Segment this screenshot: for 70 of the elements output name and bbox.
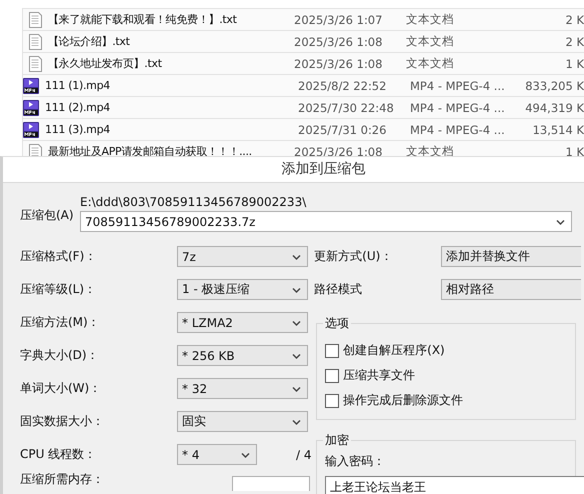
document-icon (27, 34, 43, 50)
setting-label: 固实数据大小： (20, 413, 105, 430)
file-date: 2025/3/26 1:08 (294, 34, 384, 48)
file-name: 111 (1).mp4 (45, 79, 111, 92)
document-icon (27, 56, 43, 72)
dropdown[interactable]: * 32 (177, 378, 308, 399)
dropdown[interactable]: * LZMA2 (177, 312, 308, 333)
setting-label: 字典大小(D)： (20, 347, 100, 364)
checkbox-label: 创建自解压程序(X) (343, 342, 445, 359)
checkbox[interactable] (325, 394, 340, 408)
file-name: 111 (3).mp4 (45, 123, 111, 136)
file-row[interactable]: 111 (3).mp4 2025/7/31 0:26 MP4 - MPEG-4 ... 13,514 K (22, 118, 584, 140)
file-row[interactable]: 【来了就能下载和观看！纯免费！】.txt 2025/3/26 1:07 文本文档 2 K (22, 8, 584, 30)
document-icon (27, 12, 43, 28)
thread-total: / 4 (296, 448, 312, 462)
video-file-icon (23, 122, 39, 138)
group-title: 选项 (323, 315, 352, 332)
dialog-title: 添加到压缩包 (280, 160, 366, 179)
dropdown[interactable]: 相对路径 (441, 279, 582, 300)
checkbox-label: 操作完成后删除源文件 (343, 392, 464, 409)
file-date: 2025/8/2 22:52 (298, 78, 388, 92)
checkbox-label: 压缩共享文件 (343, 367, 416, 384)
setting-label: 单词大小(W)： (20, 380, 102, 397)
file-size: 494,319 K (524, 100, 584, 114)
video-file-icon (23, 100, 39, 116)
dropdown[interactable]: * 256 KB (177, 345, 308, 366)
file-size: 2 K (564, 12, 584, 26)
video-file-icon (23, 78, 39, 94)
file-size: 13,514 K (532, 122, 584, 136)
dropdown[interactable]: * 4 (177, 444, 257, 465)
file-date: 2025/7/30 22:48 (298, 100, 395, 114)
file-row[interactable]: 【永久地址发布页】.txt 2025/3/26 1:08 文本文档 1 K (22, 52, 584, 74)
checkbox[interactable] (325, 368, 340, 382)
setting-label: 路径模式 (314, 281, 364, 298)
file-date: 2025/3/26 1:08 (294, 56, 384, 70)
file-name: 111 (2).mp4 (45, 101, 111, 114)
file-date: 2025/3/26 1:07 (294, 12, 384, 26)
dropdown[interactable]: 添加并替换文件 (441, 246, 582, 267)
file-row[interactable]: 111 (2).mp4 2025/7/30 22:48 MP4 - MPEG-4 ... 494,319 K (22, 96, 584, 118)
setting-label: 压缩等级(L)： (20, 281, 98, 298)
setting-label: 压缩方法(M)： (20, 314, 101, 331)
file-name: 【论坛介绍】.txt (48, 34, 131, 49)
file-type: MP4 - MPEG-4 ... (410, 122, 506, 136)
file-size: 1 K (564, 56, 584, 70)
dropdown[interactable]: 固实 (177, 411, 308, 432)
checkbox[interactable] (325, 344, 340, 358)
file-type: 文本文档 (406, 56, 455, 71)
setting-label: CPU 线程数： (20, 446, 98, 463)
archive-path: E:\ddd\803\70859113456789002233\ (80, 195, 308, 209)
file-name: 【来了就能下载和观看！纯免费！】.txt (48, 12, 238, 27)
setting-label: 压缩格式(F)： (20, 248, 98, 265)
file-row[interactable]: 【论坛介绍】.txt 2025/3/26 1:08 文本文档 2 K (22, 30, 584, 52)
setting-label: 更新方式(U)： (314, 248, 394, 265)
file-size: 1 K (564, 144, 584, 156)
file-type: MP4 - MPEG-4 ... (410, 100, 506, 114)
file-row[interactable]: 111 (1).mp4 2025/8/2 22:52 MP4 - MPEG-4 ... 833,205 K (22, 74, 584, 96)
password-field[interactable]: 上老王论坛当老王 (325, 476, 584, 494)
field-label: 压缩包(A) (20, 207, 75, 224)
dropdown[interactable]: 7z (177, 246, 308, 267)
file-size: 833,205 K (524, 78, 584, 92)
dropdown[interactable]: 1 - 极速压缩 (177, 279, 308, 300)
file-date: 2025/7/31 0:26 (298, 122, 388, 136)
setting-label: 压缩所需内存： (20, 471, 105, 488)
file-type: MP4 - MPEG-4 ... (410, 78, 506, 92)
field-label: 输入密码： (325, 453, 386, 470)
file-name: 【永久地址发布页】.txt (48, 56, 163, 71)
file-type: 文本文档 (406, 12, 455, 27)
file-size: 2 K (564, 34, 584, 48)
file-type: 文本文档 (406, 34, 455, 49)
archive-name-field[interactable]: 70859113456789002233.7z (80, 211, 572, 232)
